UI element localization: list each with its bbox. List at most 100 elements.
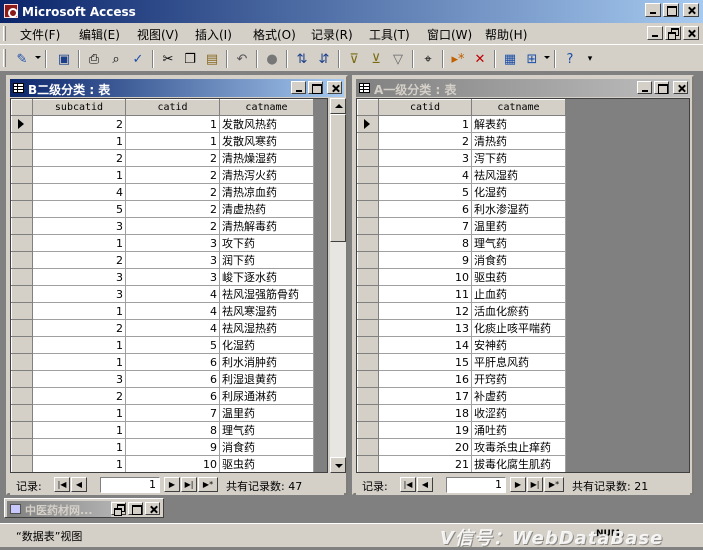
row-selector[interactable] bbox=[357, 319, 379, 337]
row-selector[interactable] bbox=[11, 166, 33, 184]
toolbar-grip[interactable] bbox=[3, 49, 6, 67]
table-cell[interactable]: 消食药 bbox=[219, 438, 314, 456]
print-icon[interactable]: ⎙ bbox=[84, 49, 104, 69]
table-cell[interactable]: 攻毒杀虫止痒药 bbox=[471, 438, 566, 456]
table-cell[interactable]: 清热凉血药 bbox=[219, 183, 314, 201]
menubar-grip[interactable] bbox=[3, 26, 6, 41]
new-object-dropdown-icon[interactable] bbox=[544, 56, 550, 59]
table-cell[interactable]: 1 bbox=[32, 166, 126, 184]
table-cell[interactable]: 15 bbox=[378, 353, 472, 371]
row-selector[interactable] bbox=[357, 285, 379, 303]
row-selector[interactable] bbox=[11, 217, 33, 235]
table-cell[interactable]: 4 bbox=[125, 285, 220, 303]
row-selector[interactable] bbox=[357, 132, 379, 150]
new-record-selector[interactable] bbox=[358, 473, 379, 474]
nav-new-record-button[interactable]: ▶* bbox=[198, 477, 218, 492]
app-maximize-button[interactable] bbox=[663, 3, 679, 17]
design-view-dropdown-icon[interactable] bbox=[35, 56, 41, 59]
table-cell[interactable]: 7 bbox=[125, 404, 220, 422]
nav-next-record-button[interactable]: ▶ bbox=[510, 477, 526, 492]
doc-minimize-button[interactable] bbox=[647, 26, 663, 40]
col-header-catid[interactable]: catid bbox=[378, 99, 472, 116]
table-cell[interactable]: 6 bbox=[125, 387, 220, 405]
scroll-thumb[interactable] bbox=[330, 114, 346, 242]
table-cell[interactable]: 1 bbox=[378, 115, 472, 133]
table-row[interactable]: 16 开窍药 bbox=[357, 370, 566, 388]
table-row[interactable]: 7 温里药 bbox=[357, 217, 566, 235]
new-record-row[interactable] bbox=[358, 473, 566, 474]
table-cell[interactable]: 泻下药 bbox=[471, 149, 566, 167]
table-row[interactable]: 2 2 清热燥湿药 bbox=[11, 149, 314, 167]
table-cell[interactable]: 活血化瘀药 bbox=[471, 302, 566, 320]
filter-by-selection-icon[interactable]: ⊽ bbox=[344, 49, 364, 69]
row-selector[interactable] bbox=[11, 421, 33, 439]
row-selector[interactable] bbox=[357, 438, 379, 456]
table-row[interactable]: 2 3 润下药 bbox=[11, 251, 314, 269]
table-cell[interactable]: 止血药 bbox=[471, 285, 566, 303]
table-row[interactable]: 1 6 利水消肿药 bbox=[11, 353, 314, 371]
table-cell[interactable]: 2 bbox=[125, 166, 220, 184]
table-cell[interactable]: 1 bbox=[32, 404, 126, 422]
table-cell[interactable]: 清热泻火药 bbox=[219, 166, 314, 184]
table-cell[interactable]: 化瘀止血药 bbox=[220, 473, 314, 474]
table-cell[interactable]: 10 bbox=[378, 268, 472, 286]
nav-prev-record-button[interactable]: ◀ bbox=[417, 477, 433, 492]
table-cell[interactable]: 1 bbox=[32, 336, 126, 354]
menu-help[interactable]: 帮助(H) bbox=[485, 26, 527, 43]
row-selector[interactable] bbox=[11, 115, 33, 133]
table-cell[interactable]: 2 bbox=[32, 115, 126, 133]
cut-icon[interactable]: ✂ bbox=[158, 49, 178, 69]
row-selector[interactable] bbox=[357, 404, 379, 422]
row-selector[interactable] bbox=[357, 200, 379, 218]
table-cell[interactable]: 6 bbox=[125, 353, 220, 371]
table-row[interactable]: 14 安神药 bbox=[357, 336, 566, 354]
table-cell[interactable]: 13 bbox=[378, 319, 472, 337]
col-header-catid[interactable]: catid bbox=[125, 99, 220, 116]
table-cell[interactable]: 2 bbox=[125, 183, 220, 201]
row-selector[interactable] bbox=[11, 200, 33, 218]
table-cell[interactable]: 解表药 bbox=[471, 115, 566, 133]
sort-descending-icon[interactable]: ⇵ bbox=[314, 49, 334, 69]
table-cell[interactable]: 消食药 bbox=[471, 251, 566, 269]
table-b-close-button[interactable] bbox=[327, 81, 342, 94]
table-cell[interactable]: 平肝息风药 bbox=[471, 353, 566, 371]
table-cell[interactable]: 7 bbox=[378, 217, 472, 235]
nav-prev-record-button[interactable]: ◀ bbox=[71, 477, 87, 492]
row-selector[interactable] bbox=[357, 115, 379, 133]
row-selector[interactable] bbox=[11, 149, 33, 167]
table-cell[interactable]: 2 bbox=[33, 473, 126, 474]
table-cell[interactable]: 4 bbox=[32, 183, 126, 201]
table-a-title-bar[interactable]: A一级分类 : 表 bbox=[356, 79, 690, 97]
row-selector[interactable] bbox=[357, 251, 379, 269]
row-selector[interactable] bbox=[357, 421, 379, 439]
table-cell[interactable]: 1 bbox=[32, 438, 126, 456]
row-selector[interactable] bbox=[11, 132, 33, 150]
print-preview-icon[interactable]: ⌕ bbox=[106, 49, 126, 69]
table-cell[interactable]: 1 bbox=[32, 234, 126, 252]
table-cell[interactable]: 3 bbox=[125, 234, 220, 252]
table-cell[interactable]: 11 bbox=[126, 473, 220, 474]
table-cell[interactable]: 3 bbox=[32, 217, 126, 235]
table-cell[interactable]: 2 bbox=[32, 251, 126, 269]
insert-hyperlink-icon[interactable]: ● bbox=[262, 49, 282, 69]
table-row[interactable]: 18 收涩药 bbox=[357, 404, 566, 422]
table-cell[interactable]: 祛风湿热药 bbox=[219, 319, 314, 337]
table-cell[interactable]: 发散风寒药 bbox=[219, 132, 314, 150]
table-cell[interactable]: 3 bbox=[125, 251, 220, 269]
table-row[interactable]: 21 拔毒化腐生肌药 bbox=[357, 455, 566, 472]
copy-icon[interactable]: ❐ bbox=[180, 49, 200, 69]
row-selector[interactable] bbox=[357, 149, 379, 167]
table-row[interactable]: 2 1 发散风热药 bbox=[11, 115, 314, 133]
row-selector[interactable] bbox=[357, 166, 379, 184]
table-row[interactable]: 9 消食药 bbox=[357, 251, 566, 269]
table-cell[interactable]: 6 bbox=[125, 370, 220, 388]
scroll-up-button[interactable] bbox=[330, 98, 346, 114]
table-a-maximize-button[interactable] bbox=[654, 81, 669, 94]
paste-icon[interactable]: ▤ bbox=[202, 49, 222, 69]
row-selector[interactable] bbox=[11, 370, 33, 388]
database-restore-button[interactable] bbox=[111, 502, 126, 516]
table-cell[interactable]: 9 bbox=[378, 251, 472, 269]
table-cell[interactable]: 润下药 bbox=[219, 251, 314, 269]
spelling-icon[interactable]: ✓ bbox=[128, 49, 148, 69]
table-row[interactable]: 211化瘀止血药 bbox=[12, 473, 314, 474]
